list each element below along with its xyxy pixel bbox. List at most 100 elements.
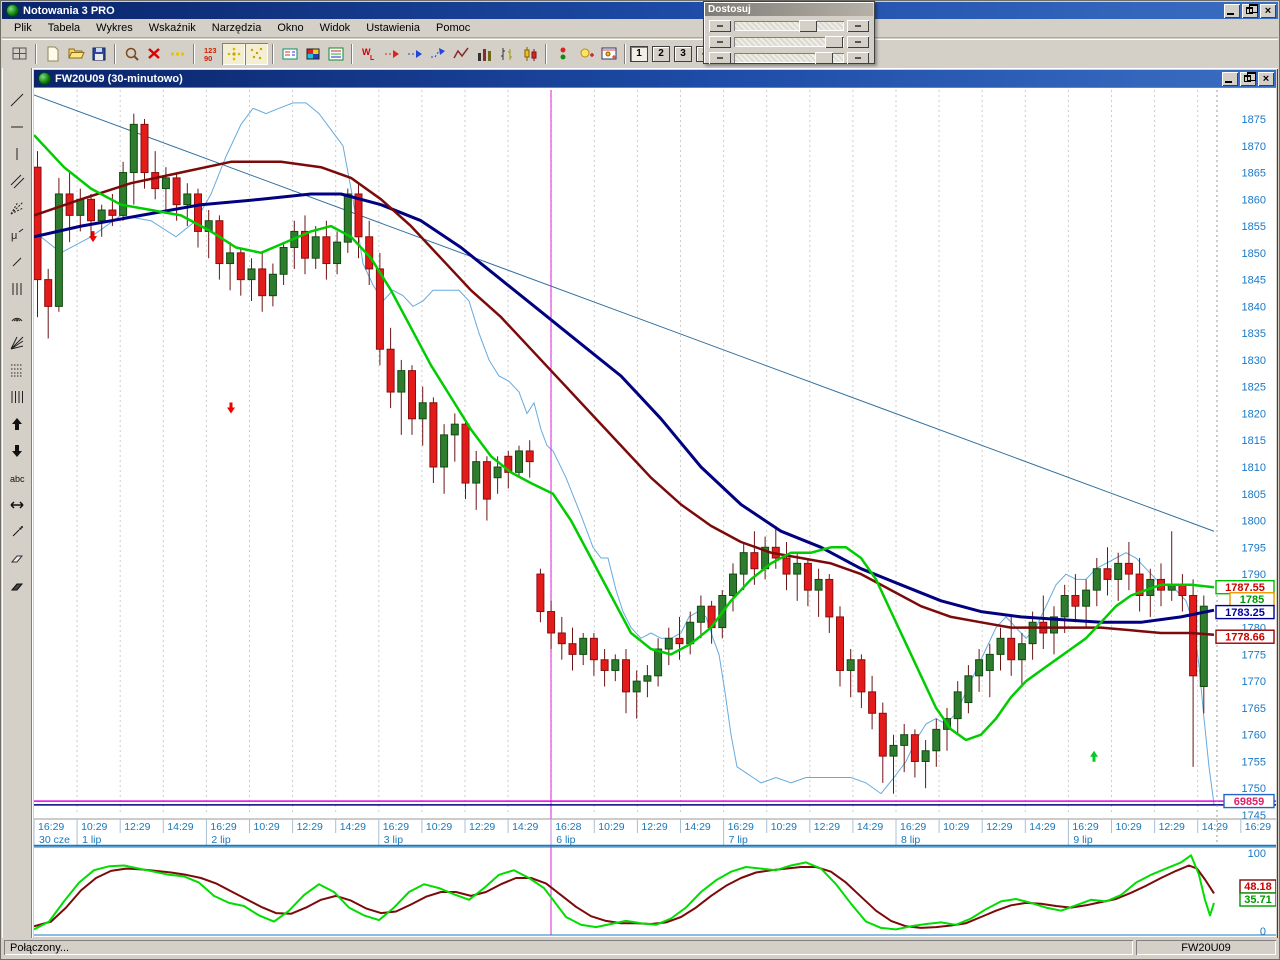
- add-circle-button[interactable]: [574, 42, 597, 65]
- preset-1-button[interactable]: 1: [630, 45, 648, 62]
- vertical-line-tool[interactable]: [4, 141, 30, 167]
- open-folder-button[interactable]: [64, 42, 87, 65]
- price-tick-label: 1750: [1242, 783, 1266, 795]
- eraser-filled-tool[interactable]: [4, 573, 30, 599]
- save-file-button[interactable]: [87, 42, 110, 65]
- candle-down: [482, 461, 491, 500]
- pointer-tool-tool[interactable]: [4, 519, 30, 545]
- connection-status: Połączony...: [4, 940, 1133, 955]
- candle-up: [1017, 643, 1026, 661]
- slider-right-button[interactable]: [847, 20, 869, 32]
- candle-down: [258, 268, 267, 297]
- menu-item-wskanik[interactable]: Wskaźnik: [141, 20, 204, 36]
- arrow-down-tool[interactable]: [4, 438, 30, 464]
- new-file-button[interactable]: [41, 42, 64, 65]
- horizontal-line-tool[interactable]: [4, 114, 30, 140]
- quotes-table-button[interactable]: [278, 42, 301, 65]
- zigzag-line-button[interactable]: [449, 42, 472, 65]
- app-title: Notowania 3 PRO: [23, 4, 115, 17]
- time-label: 16:29: [900, 821, 926, 833]
- slider-left-button[interactable]: [709, 36, 731, 48]
- rows-table-button[interactable]: [324, 42, 347, 65]
- pitchfork-tool[interactable]: μ: [4, 222, 30, 248]
- candles-style-button[interactable]: [518, 42, 541, 65]
- slider-track[interactable]: [734, 36, 844, 48]
- signal-dots-button[interactable]: [551, 42, 574, 65]
- wl-indicator-button[interactable]: WL: [357, 42, 380, 65]
- fan-lines-tool[interactable]: [4, 195, 30, 221]
- gann-fan-tool[interactable]: [4, 330, 30, 356]
- volume-bars-button[interactable]: [472, 42, 495, 65]
- chart-point-button[interactable]: [597, 42, 620, 65]
- slider-thumb[interactable]: [824, 36, 843, 48]
- color-table-button[interactable]: [301, 42, 324, 65]
- arrow-blue-2-button[interactable]: [426, 42, 449, 65]
- preset-3-button[interactable]: 3: [674, 45, 692, 62]
- points-toggle-icon: [250, 47, 262, 59]
- arrow-blue-1-button[interactable]: [403, 42, 426, 65]
- menu-item-plik[interactable]: Plik: [6, 20, 40, 36]
- preset-2-button[interactable]: 2: [652, 45, 670, 62]
- slider-thumb[interactable]: [799, 20, 818, 32]
- scale-numbers-button[interactable]: 123 90: [199, 42, 222, 65]
- chart-titlebar[interactable]: FW20U09 (30-minutowo) ×: [34, 70, 1276, 87]
- arrow-blue-1-icon: [407, 49, 422, 58]
- zoom-tool-button[interactable]: [120, 42, 143, 65]
- price-tick-label: 1790: [1242, 569, 1266, 581]
- horizontal-arrow-icon: [10, 501, 24, 509]
- oscillator-tick-label: 100: [1248, 848, 1266, 860]
- short-line-tool[interactable]: [4, 249, 30, 275]
- points-toggle-button[interactable]: [245, 42, 268, 65]
- slider-right-button[interactable]: [847, 36, 869, 48]
- bars-style-button[interactable]: [495, 42, 518, 65]
- trend-line-tool[interactable]: [4, 87, 30, 113]
- last-value-label: 1778.66: [1225, 632, 1265, 644]
- fibo-time-zones-tool[interactable]: [4, 276, 30, 302]
- candle-down: [215, 220, 224, 265]
- menu-item-okno[interactable]: Okno: [269, 20, 311, 36]
- delete-object-icon: [147, 47, 160, 59]
- fibo-arcs-tool[interactable]: [4, 303, 30, 329]
- candle-up: [515, 450, 523, 473]
- slider-right-button[interactable]: [847, 52, 869, 64]
- menu-item-ustawienia[interactable]: Ustawienia: [358, 20, 428, 36]
- window-grid-button[interactable]: [8, 42, 31, 65]
- app-titlebar[interactable]: Notowania 3 PRO ×: [2, 2, 1278, 19]
- measure-ruler-button[interactable]: [166, 42, 189, 65]
- crosshair-toggle-button[interactable]: [222, 42, 245, 65]
- arrow-red-icon: [384, 49, 399, 58]
- wl-indicator-icon: WL: [362, 47, 375, 62]
- candle-up: [975, 659, 984, 677]
- slider-left-button[interactable]: [709, 20, 731, 32]
- slider-thumb[interactable]: [814, 52, 833, 64]
- candle-up: [161, 177, 170, 190]
- menu-item-pomoc[interactable]: Pomoc: [428, 20, 478, 36]
- arrow-red-button[interactable]: [380, 42, 403, 65]
- text-tool-tool[interactable]: abc: [4, 465, 30, 491]
- minimize-button[interactable]: [1224, 3, 1240, 18]
- slider-left-button[interactable]: [709, 52, 731, 64]
- menu-item-widok[interactable]: Widok: [312, 20, 359, 36]
- candle-down: [386, 348, 395, 393]
- price-tick-label: 1765: [1242, 703, 1266, 715]
- arrow-up-tool[interactable]: [4, 411, 30, 437]
- vertical-grid-tool[interactable]: [4, 384, 30, 410]
- restore-button[interactable]: [1242, 3, 1258, 18]
- slider-track[interactable]: [734, 52, 844, 64]
- close-button[interactable]: ×: [1260, 3, 1276, 18]
- chart-restore-button[interactable]: [1240, 71, 1256, 86]
- chart-close-button[interactable]: ×: [1258, 71, 1274, 86]
- fibo-retracement-tool[interactable]: [4, 357, 30, 383]
- chart-canvas[interactable]: 1875 1870 1865 1860 1855 1850 1845 1840 1835 1830…: [34, 88, 1276, 938]
- dostosuj-window[interactable]: Dostosuj: [703, 1, 875, 64]
- horizontal-arrow-tool[interactable]: [4, 492, 30, 518]
- chart-minimize-button[interactable]: [1222, 71, 1238, 86]
- parallel-lines-tool[interactable]: [4, 168, 30, 194]
- menu-item-tabela[interactable]: Tabela: [40, 20, 88, 36]
- menu-item-wykres[interactable]: Wykres: [88, 20, 141, 36]
- slider-track[interactable]: [734, 20, 844, 32]
- menu-item-narzdzia[interactable]: Narzędzia: [204, 20, 270, 36]
- delete-object-button[interactable]: [143, 42, 166, 65]
- eraser-tool[interactable]: [4, 546, 30, 572]
- candle-up: [814, 578, 823, 591]
